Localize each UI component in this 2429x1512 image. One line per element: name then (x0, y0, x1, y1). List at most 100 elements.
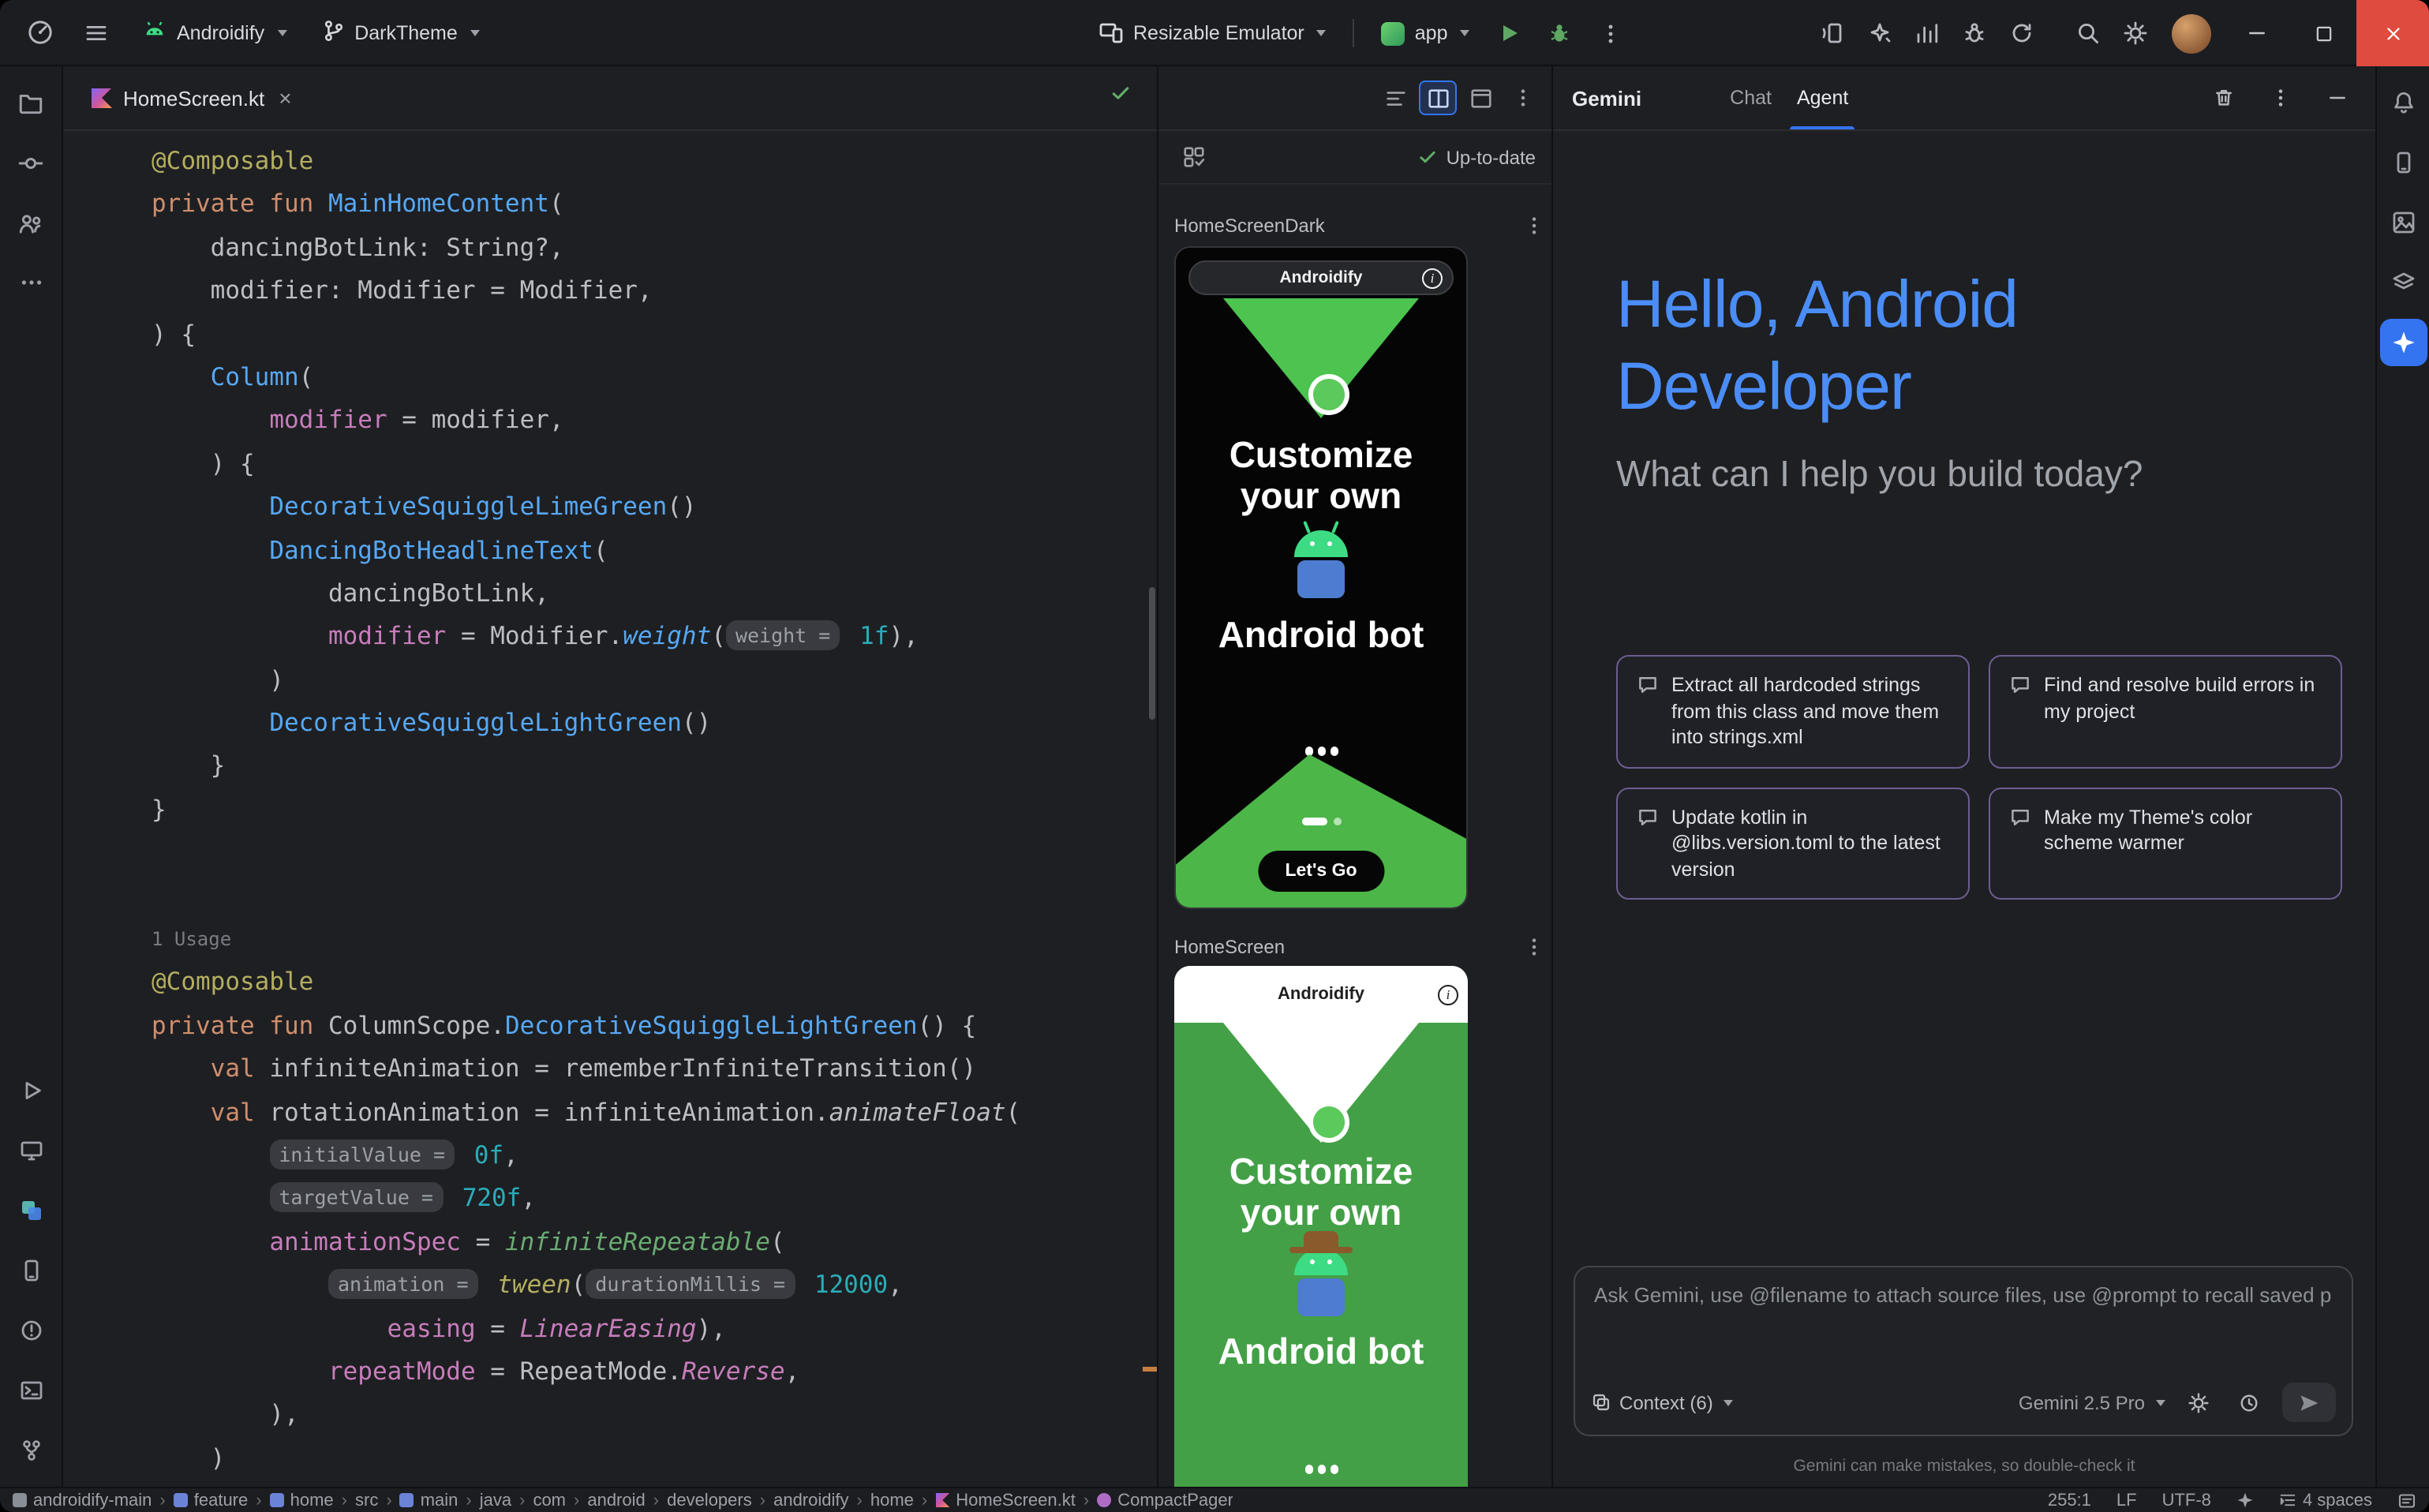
profiler-button[interactable] (1903, 9, 1951, 57)
inspections-ok-icon[interactable] (1110, 82, 1132, 112)
commit-tool-button[interactable] (7, 139, 54, 186)
breadcrumb-item[interactable]: home (270, 1491, 334, 1510)
close-icon (2382, 23, 2403, 43)
breadcrumb-item[interactable]: feature (174, 1491, 249, 1510)
device-manager-tool-button[interactable] (7, 1247, 54, 1294)
gemini-tool-button[interactable] (2379, 319, 2427, 366)
device-mirror-icon (1820, 21, 1845, 46)
run-tool-button[interactable] (7, 1067, 54, 1114)
gemini-settings-button[interactable] (2181, 1385, 2216, 1420)
ui-check-button[interactable] (1174, 140, 1212, 174)
left-tool-window-bar (0, 66, 63, 1487)
breadcrumb-item[interactable]: CompactPager (1097, 1491, 1233, 1510)
code-line: ) { (152, 443, 1157, 486)
minimize-button[interactable] (2224, 0, 2290, 66)
usages-hint[interactable]: 1 Usage (152, 919, 1157, 962)
notifications-button[interactable] (2379, 79, 2427, 126)
code-line: DecorativeSquiggleLightGreen() (152, 702, 1157, 746)
terminal-tool-button[interactable] (7, 1367, 54, 1414)
homescreendark-preview[interactable]: Androidify i Customizeyour own Android b… (1174, 246, 1468, 909)
gemini-more-button[interactable] (2262, 79, 2300, 117)
more-vertical-icon[interactable] (1523, 215, 1545, 237)
ai-assist-button[interactable] (1856, 9, 1903, 57)
close-button[interactable] (2356, 0, 2429, 66)
changed-line-marker (1143, 1367, 1157, 1372)
hide-panel-button[interactable] (2319, 79, 2356, 117)
preview-more-button[interactable] (1504, 80, 1542, 115)
debug-button[interactable] (1536, 9, 1584, 57)
running-devices-tool-button[interactable] (7, 1127, 54, 1174)
context-selector[interactable]: Context (6) (1591, 1391, 1734, 1413)
run-configuration-selector[interactable]: app (1369, 9, 1483, 57)
breadcrumb-item[interactable]: src (355, 1491, 378, 1510)
breadcrumb-item[interactable]: com (533, 1491, 566, 1510)
pull-requests-tool-button[interactable] (7, 199, 54, 246)
breadcrumb-item[interactable]: HomeScreen.kt (935, 1491, 1076, 1510)
line-separator[interactable]: LF (2116, 1491, 2137, 1510)
tab-agent[interactable]: Agent (1784, 66, 1861, 129)
more-vertical-icon[interactable] (1523, 936, 1545, 958)
search-everywhere-button[interactable] (2064, 9, 2112, 57)
main-menu-button[interactable] (73, 9, 120, 56)
history-button[interactable] (2232, 1385, 2266, 1420)
breadcrumb-item[interactable]: androidify-main (13, 1491, 152, 1510)
sync-project-button[interactable] (1998, 9, 2045, 57)
code-line: modifier: Modifier = Modifier, (152, 270, 1157, 313)
send-button[interactable] (2282, 1383, 2336, 1422)
model-selector[interactable]: Gemini 2.5 Pro (2019, 1391, 2165, 1413)
editor-tab-homescreen[interactable]: HomeScreen.kt × (76, 66, 308, 129)
module-icon (270, 1493, 284, 1507)
device-explorer-button[interactable] (2379, 139, 2427, 186)
version-control-tool-button[interactable] (7, 1427, 54, 1474)
device-mirroring-button[interactable] (1809, 9, 1856, 57)
maximize-button[interactable] (2290, 0, 2356, 66)
device-selector[interactable]: Resizable Emulator (1086, 9, 1339, 57)
caret-position[interactable]: 255:1 (2048, 1491, 2091, 1510)
breadcrumb-item[interactable]: developers (667, 1491, 752, 1510)
project-selector[interactable]: Androidify (129, 9, 299, 56)
run-button[interactable] (1486, 9, 1533, 57)
breadcrumb-item[interactable]: home (870, 1491, 914, 1510)
delete-conversation-button[interactable] (2205, 79, 2243, 117)
more-run-actions-button[interactable] (1587, 9, 1634, 57)
preview-group-label-light: HomeScreen (1174, 933, 1545, 961)
screen-reader-icon[interactable] (2397, 1491, 2416, 1510)
suggestion-card-build-errors[interactable]: Find and resolve build errors in my proj… (1989, 655, 2342, 768)
gemini-prompt-input[interactable] (1594, 1283, 2333, 1346)
ui-check-icon (1181, 145, 1205, 169)
build-variants-tool-button[interactable] (7, 1187, 54, 1234)
resource-manager-button[interactable] (2379, 199, 2427, 246)
gear-icon (2123, 21, 2148, 46)
user-avatar[interactable] (2172, 13, 2211, 53)
suggestion-card-extract-strings[interactable]: Extract all hardcoded strings from this … (1616, 655, 1970, 768)
gemini-disclaimer: Gemini can make mistakes, so double-chec… (1553, 1457, 2375, 1476)
suggestion-card-theme-warmer[interactable]: Make my Theme's color scheme warmer (1989, 787, 2342, 900)
breadcrumb-item[interactable]: java (480, 1491, 511, 1510)
breadcrumb-item[interactable]: android (587, 1491, 645, 1510)
suggestion-card-update-kotlin[interactable]: Update kotlin in @libs.version.toml to t… (1616, 787, 1970, 900)
close-tab-icon[interactable]: × (279, 85, 291, 110)
code-view-button[interactable] (1376, 80, 1414, 115)
breadcrumb-item[interactable]: androidify (773, 1491, 848, 1510)
indent-setting[interactable]: 4 spaces (2279, 1491, 2372, 1510)
tab-chat[interactable]: Chat (1717, 66, 1784, 129)
problems-tool-button[interactable] (7, 1307, 54, 1354)
homescreen-preview[interactable]: Androidify i Customizeyour own Android b… (1174, 966, 1468, 1487)
file-encoding[interactable]: UTF-8 (2162, 1491, 2211, 1510)
breadcrumb-item[interactable]: main (400, 1491, 458, 1510)
vcs-branch-selector[interactable]: DarkTheme (309, 9, 492, 56)
structure-button[interactable] (2379, 259, 2427, 306)
editor-scrollbar[interactable] (1149, 587, 1155, 720)
project-tool-button[interactable] (7, 79, 54, 126)
ai-spark-icon[interactable] (2236, 1491, 2254, 1509)
code-line: animation = tween(durationMillis = 12000… (152, 1264, 1157, 1308)
chat-bubble-icon (2009, 806, 2031, 882)
split-view-button[interactable] (1419, 80, 1457, 115)
lets-go-button[interactable]: Let's Go (1258, 851, 1383, 892)
settings-button[interactable] (2112, 9, 2159, 57)
app-quality-insights-button[interactable] (1951, 9, 1998, 57)
trash-icon (2213, 87, 2235, 109)
more-tool-windows-button[interactable] (7, 259, 54, 306)
code-area[interactable]: @Composableprivate fun MainHomeContent( … (63, 131, 1157, 1487)
design-view-button[interactable] (1462, 80, 1499, 115)
